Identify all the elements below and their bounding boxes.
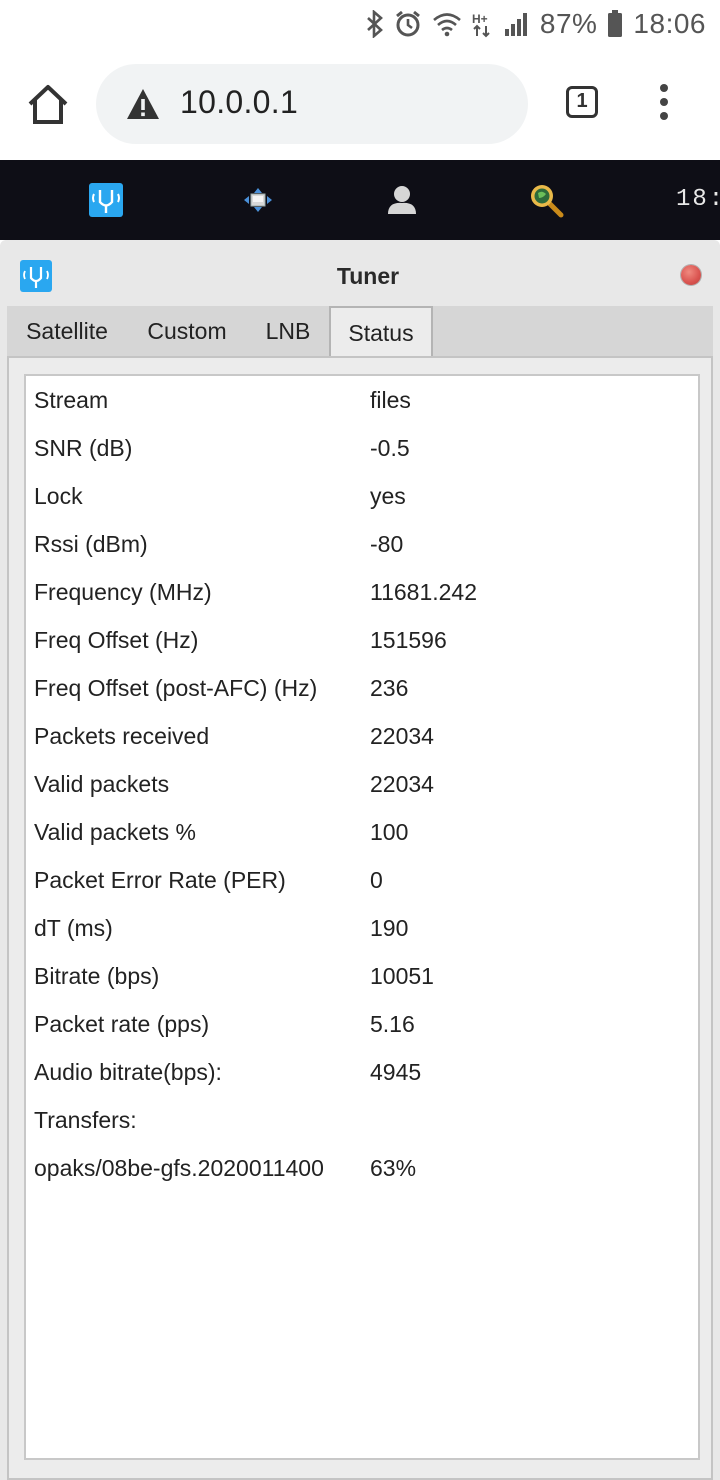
- status-row: opaks/08be-gfs.2020011400 63%: [34, 1144, 694, 1192]
- status-label: Bitrate (bps): [34, 963, 160, 989]
- home-icon[interactable]: [26, 82, 70, 126]
- status-label: Audio bitrate(bps):: [34, 1059, 222, 1085]
- tab-status[interactable]: Status: [329, 306, 433, 358]
- status-panel: Stream files SNR (dB) -0.5 Lock yes Rssi (dBm)…: [24, 374, 700, 1460]
- status-row: SNR (dB) -0.5: [34, 424, 694, 472]
- more-vert-icon[interactable]: [654, 84, 674, 124]
- status-value: 22034: [370, 723, 434, 749]
- tabs-icon[interactable]: 1: [566, 86, 598, 118]
- app-taskbar: 18:06: [0, 160, 720, 240]
- hplus-network-icon: H+: [472, 12, 490, 38]
- status-row: Packets received 22034: [34, 712, 694, 760]
- status-label: Packet Error Rate (PER): [34, 867, 286, 893]
- navigation-icon[interactable]: [240, 182, 276, 218]
- status-row: Rssi (dBm) -80: [34, 520, 694, 568]
- status-value: yes: [370, 483, 406, 509]
- tuner-window: Tuner Satellite Custom LNB Status Stream…: [0, 240, 720, 1480]
- status-label: Freq Offset (post-AFC) (Hz): [34, 675, 318, 701]
- search-globe-icon[interactable]: [528, 182, 564, 218]
- status-value: files: [370, 387, 411, 413]
- status-value: 22034: [370, 771, 434, 797]
- user-icon[interactable]: [384, 182, 420, 218]
- browser-toolbar: 10.0.0.1 1: [0, 48, 720, 160]
- taskbar-clock: 18:06: [676, 186, 720, 213]
- status-row: Lock yes: [34, 472, 694, 520]
- close-button[interactable]: [681, 265, 701, 285]
- status-label: SNR (dB): [34, 435, 133, 461]
- tab-lnb[interactable]: LNB: [247, 306, 329, 356]
- bluetooth-icon: [366, 10, 383, 38]
- url-text[interactable]: 10.0.0.1: [180, 84, 298, 121]
- status-row: Valid packets % 100: [34, 808, 694, 856]
- tab-custom[interactable]: Custom: [127, 306, 247, 356]
- tab-satellite[interactable]: Satellite: [7, 306, 127, 356]
- status-value: 10051: [370, 963, 434, 989]
- battery-percent: 87%: [539, 8, 598, 39]
- battery-icon: [608, 10, 623, 37]
- status-row: dT (ms) 190: [34, 904, 694, 952]
- status-label: Packets received: [34, 723, 210, 749]
- status-row: Freq Offset (Hz) 151596: [34, 616, 694, 664]
- status-row: Packet rate (pps) 5.16: [34, 1000, 694, 1048]
- status-label: opaks/08be-gfs.2020011400: [34, 1155, 324, 1181]
- status-row: Stream files: [34, 376, 694, 424]
- status-row: Bitrate (bps) 10051: [34, 952, 694, 1000]
- status-label: Stream: [34, 387, 109, 413]
- status-value: 100: [370, 819, 409, 845]
- tuner-icon[interactable]: [88, 182, 124, 218]
- status-label: Valid packets: [34, 771, 170, 797]
- status-label: Packet rate (pps): [34, 1011, 210, 1037]
- status-row: Frequency (MHz) 11681.242: [34, 568, 694, 616]
- status-row: Freq Offset (post-AFC) (Hz) 236: [34, 664, 694, 712]
- alarm-icon: [395, 10, 420, 37]
- status-label: Freq Offset (Hz): [34, 627, 199, 653]
- address-bar[interactable]: 10.0.0.1: [96, 64, 528, 144]
- status-value: 236: [370, 675, 409, 701]
- status-value: -80: [370, 531, 404, 557]
- status-label: dT (ms): [34, 915, 113, 941]
- status-value: 0: [370, 867, 383, 893]
- status-row: Transfers:: [34, 1096, 694, 1144]
- status-value: 190: [370, 915, 409, 941]
- status-label: Transfers:: [34, 1107, 137, 1133]
- status-bar: H+ 87% 18:06: [0, 0, 720, 48]
- status-row: Packet Error Rate (PER) 0: [34, 856, 694, 904]
- status-label: Lock: [34, 483, 83, 509]
- window-title: Tuner: [336, 263, 400, 289]
- status-row: Valid packets 22034: [34, 760, 694, 808]
- status-label: Frequency (MHz): [34, 579, 212, 605]
- signal-icon: [504, 13, 527, 36]
- status-value: 63%: [370, 1155, 417, 1181]
- wifi-icon: [433, 13, 461, 37]
- svg-text:H+: H+: [472, 12, 488, 26]
- status-value: 4945: [370, 1059, 422, 1085]
- status-value: 11681.242: [370, 579, 478, 605]
- status-label: Rssi (dBm): [34, 531, 148, 557]
- status-time: 18:06: [633, 8, 706, 39]
- warning-icon[interactable]: [126, 88, 160, 120]
- tab-bar: Satellite Custom LNB Status: [7, 306, 713, 358]
- status-value: 151596: [370, 627, 447, 653]
- status-value: 5.16: [370, 1011, 415, 1037]
- status-value: -0.5: [370, 435, 410, 461]
- status-label: Valid packets %: [34, 819, 196, 845]
- status-row: Audio bitrate(bps): 4945: [34, 1048, 694, 1096]
